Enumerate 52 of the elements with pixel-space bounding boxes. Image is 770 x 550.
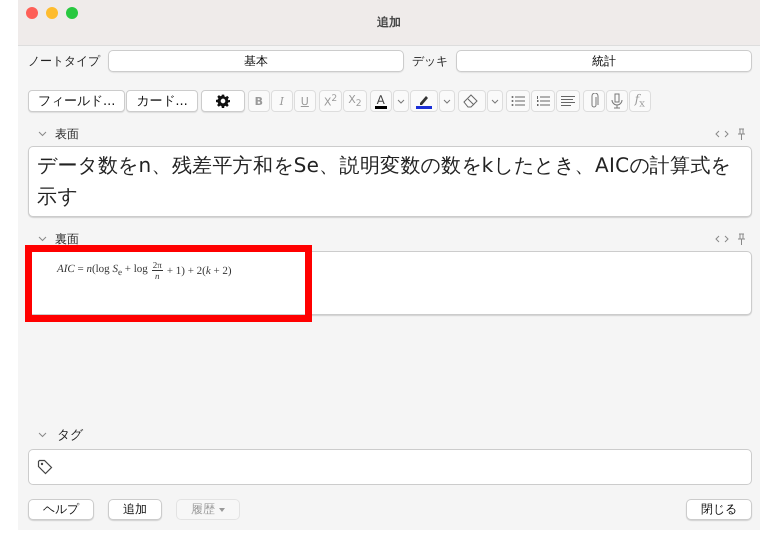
close-window-button[interactable]	[26, 6, 38, 18]
tag-field[interactable]	[28, 449, 752, 485]
cards-button[interactable]: カード...	[126, 90, 198, 112]
numbered-list-icon	[536, 95, 550, 107]
caret-icon	[219, 508, 225, 512]
text-color-button[interactable]: A	[370, 90, 392, 112]
note-type-selector[interactable]: 基本	[108, 50, 404, 72]
dropdown-button[interactable]	[438, 90, 455, 112]
highlight-color-button[interactable]	[410, 90, 438, 112]
chevron-down-icon	[442, 98, 451, 104]
marker-icon	[414, 93, 433, 109]
chevron-down-icon	[490, 98, 499, 104]
align-button[interactable]	[556, 90, 580, 112]
chevron-down-icon	[396, 98, 405, 104]
dropdown-button[interactable]	[486, 90, 503, 112]
deck-selector[interactable]: 統計	[456, 50, 752, 72]
gear-icon	[216, 94, 230, 108]
microphone-icon	[610, 93, 623, 109]
field-label: 裏面	[55, 230, 79, 248]
field-label: 表面	[55, 126, 79, 142]
tags-label: タグ	[57, 427, 83, 444]
numbered-list-button[interactable]	[530, 90, 555, 112]
fraction-denominator: n	[155, 271, 160, 281]
deck-label: デッキ	[412, 52, 448, 70]
align-lines-icon	[560, 95, 575, 107]
collapse-chevron-icon[interactable]	[38, 432, 47, 438]
window-title: 追加	[376, 14, 402, 31]
fraction-numerator: 2π	[152, 260, 163, 271]
formula-text: AIC = n(log S$_{e}$ + log	[57, 263, 148, 278]
html-editor-icon[interactable]	[715, 235, 729, 243]
attach-button[interactable]	[582, 90, 605, 112]
collapse-chevron-icon[interactable]	[38, 236, 47, 242]
pin-icon[interactable]	[737, 128, 746, 140]
field-editor[interactable]: データ数をn、残差平方和をSe、説明変数の数をkしたとき、AICの計算式を示す	[28, 146, 752, 217]
paperclip-icon	[588, 93, 599, 109]
pin-icon[interactable]	[737, 233, 746, 245]
note-type-label: ノートタイプ	[28, 52, 100, 70]
settings-button[interactable]	[200, 90, 245, 112]
add-button[interactable]: 追加	[108, 499, 162, 520]
zoom-button[interactable]	[66, 6, 78, 18]
bullet-list-icon	[510, 95, 525, 107]
record-button[interactable]	[606, 90, 628, 112]
bullet-list-button[interactable]	[506, 90, 530, 112]
close-button[interactable]: 閉じる	[686, 499, 752, 520]
eraser-button[interactable]	[458, 90, 486, 112]
tag-icon	[37, 459, 53, 475]
html-editor-icon[interactable]	[715, 130, 729, 138]
formula-text: + 1) + 2(k + 2)	[166, 264, 232, 276]
dropdown-button[interactable]	[392, 90, 409, 112]
help-button[interactable]: ヘルプ	[28, 499, 94, 520]
collapse-chevron-icon[interactable]	[38, 131, 47, 137]
fields-button[interactable]: フィールド...	[28, 90, 126, 112]
